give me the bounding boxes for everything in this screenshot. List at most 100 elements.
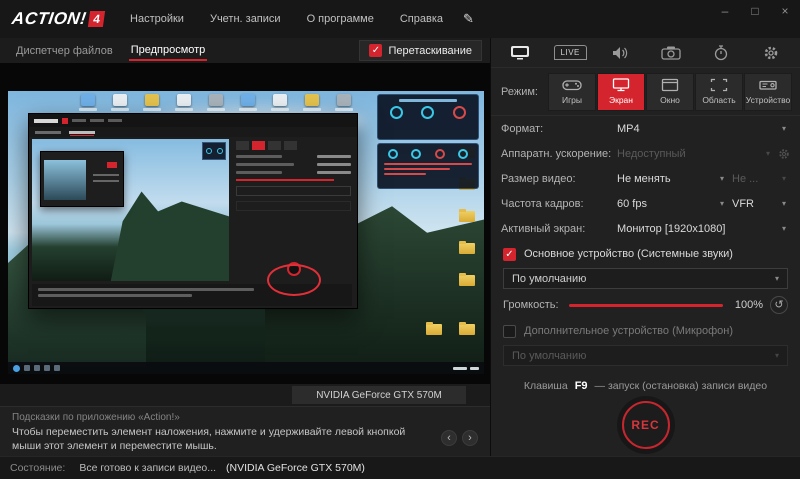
gear-icon[interactable] — [756, 42, 786, 64]
chevron-down-icon: ▾ — [781, 124, 786, 133]
primary-audio-device-dropdown[interactable]: По умолчанию ▾ — [503, 268, 788, 289]
active-screen-row: Активный экран: Монитор [1920x1080] ▾ — [491, 216, 800, 241]
gpu-label: NVIDIA GeForce GTX 570M — [292, 386, 466, 404]
drag-checkbox[interactable]: ✓ Перетаскивание — [359, 40, 482, 61]
settings-panel: LIVE Режим: Игры Экран Окно Область Устр… — [490, 38, 800, 456]
hw-accel-dropdown[interactable]: Недоступный ▾ — [613, 148, 774, 160]
taskbar-tray — [453, 366, 479, 370]
volume-row: Громкость: 100% ↺ — [491, 292, 800, 318]
mode-button-window[interactable]: Окно — [646, 72, 694, 111]
primary-audio-label: Основное устройство (Системные звуки) — [524, 248, 733, 260]
inner-action-window — [28, 113, 358, 309]
primary-audio-row: ✓ Основное устройство (Системные звуки) — [491, 241, 800, 267]
secondary-audio-device-dropdown[interactable]: По умолчанию ▾ — [503, 345, 788, 366]
tab-live-icon[interactable]: LIVE — [553, 42, 587, 64]
menu-accounts[interactable]: Учетн. записи — [210, 13, 281, 25]
drag-checkbox-label: Перетаскивание — [388, 44, 472, 57]
tips-text: Чтобы переместить элемент наложения, наж… — [12, 426, 406, 452]
hw-accel-label: Аппаратн. ускорение: — [501, 147, 612, 160]
mode-button-region[interactable]: Область — [695, 72, 743, 111]
start-orb — [13, 364, 20, 372]
secondary-audio-row: Дополнительное устройство (Микрофон) — [491, 318, 800, 344]
menu-settings[interactable]: Настройки — [130, 13, 184, 25]
video-size-row: Размер видео: Не менять ▾ Не ... ▾ — [491, 166, 800, 191]
folder-icon — [459, 322, 475, 335]
desktop-icon — [174, 94, 194, 111]
annotation-ellipse — [267, 264, 321, 296]
desktop-icon — [110, 94, 130, 111]
desktop-icon — [206, 94, 226, 111]
hotkey-key: F9 — [574, 380, 588, 392]
mode-button-games[interactable]: Игры — [548, 72, 596, 111]
format-dropdown[interactable]: MP4 ▾ — [613, 123, 790, 135]
desktop-icon — [334, 94, 354, 111]
framerate-dropdown[interactable]: 60 fps ▾ — [613, 198, 728, 210]
chevron-down-icon: ▾ — [774, 274, 779, 283]
mode-row: Режим: Игры Экран Окно Область Устройств… — [491, 68, 800, 116]
tips-panel: Подсказки по приложению «Action!» Чтобы … — [0, 406, 490, 456]
framerate-row: Частота кадров: 60 fps ▾ VFR ▾ — [491, 191, 800, 216]
chevron-down-icon: ▾ — [781, 174, 786, 183]
format-row: Формат: MP4 ▾ — [491, 116, 800, 141]
status-message: Все готово к записи видео... — [79, 462, 217, 474]
inner-tabbar — [29, 127, 357, 137]
chevron-down-icon: ▾ — [774, 351, 779, 360]
mode-label: Режим: — [501, 85, 538, 98]
volume-reset-icon[interactable]: ↺ — [770, 296, 788, 314]
rec-button[interactable]: REC — [621, 401, 670, 449]
chevron-down-icon: ▾ — [719, 199, 724, 208]
chevron-down-icon: ▾ — [719, 174, 724, 183]
folder-icon — [459, 241, 475, 254]
maximize-icon[interactable]: □ — [740, 0, 770, 22]
inner-preview — [32, 139, 229, 281]
status-bar: Состояние: Все готово к записи видео... … — [0, 456, 800, 479]
action-app-window: ACTION! 4 Настройки Учетн. записи О прог… — [0, 0, 800, 479]
monitoring-card-bottom — [377, 143, 479, 189]
menu-help[interactable]: Справка — [400, 13, 443, 25]
tab-audio-icon[interactable] — [605, 42, 635, 64]
close-icon[interactable]: × — [770, 0, 800, 22]
tips-navigation: ‹ › — [441, 430, 478, 446]
inner-titlebar — [29, 114, 357, 127]
tab-camera-icon[interactable] — [656, 42, 686, 64]
minimize-icon[interactable]: – — [710, 0, 740, 22]
active-screen-dropdown[interactable]: Монитор [1920x1080] ▾ — [613, 223, 790, 235]
logo-text: ACTION! — [10, 9, 88, 28]
window-controls: – □ × — [710, 0, 800, 22]
desktop-taskbar — [8, 362, 484, 374]
gpu-row: NVIDIA GeForce GTX 570M — [0, 384, 490, 406]
secondary-audio-label: Дополнительное устройство (Микрофон) — [524, 325, 733, 337]
preview-desktop-image — [8, 91, 484, 374]
framerate-label: Частота кадров: — [501, 197, 584, 210]
primary-audio-checkbox[interactable]: ✓ — [503, 247, 516, 261]
secondary-audio-checkbox[interactable] — [503, 324, 516, 338]
capture-tabbar: LIVE — [491, 38, 800, 68]
tips-next-button[interactable]: › — [462, 430, 478, 446]
desktop-icon — [270, 94, 290, 111]
video-size-secondary-dropdown[interactable]: Не ... ▾ — [728, 173, 790, 185]
volume-slider[interactable] — [569, 303, 723, 307]
tab-file-manager[interactable]: Диспетчер файлов — [14, 41, 115, 60]
logo-version-badge: 4 — [88, 11, 106, 27]
inner-settings-panel — [232, 139, 355, 281]
nested-widget — [202, 142, 226, 160]
tab-record-icon[interactable] — [505, 42, 535, 64]
brush-icon[interactable]: ✎ — [463, 11, 474, 27]
menu-about[interactable]: О программе — [307, 13, 374, 25]
video-size-dropdown[interactable]: Не менять ▾ — [613, 173, 728, 185]
nested-window — [40, 151, 124, 207]
vfr-dropdown[interactable]: VFR ▾ — [728, 198, 790, 210]
status-gpu: (NVIDIA GeForce GTX 570M) — [226, 462, 365, 474]
desktop-icon — [78, 94, 98, 111]
mode-button-device[interactable]: Устройство — [744, 72, 792, 111]
tab-preview[interactable]: Предпросмотр — [128, 40, 208, 61]
volume-value: 100% — [734, 299, 763, 311]
tab-benchmark-icon[interactable] — [706, 42, 736, 64]
video-size-label: Размер видео: — [501, 172, 576, 185]
tips-prev-button[interactable]: ‹ — [441, 430, 457, 446]
desktop-icons-row — [78, 94, 354, 111]
tips-header: Подсказки по приложению «Action!» — [12, 412, 180, 423]
left-tabbar: Диспетчер файлов Предпросмотр ✓ Перетаск… — [0, 38, 490, 63]
hw-accel-settings-icon[interactable] — [778, 148, 790, 160]
mode-button-screen[interactable]: Экран — [597, 72, 645, 111]
